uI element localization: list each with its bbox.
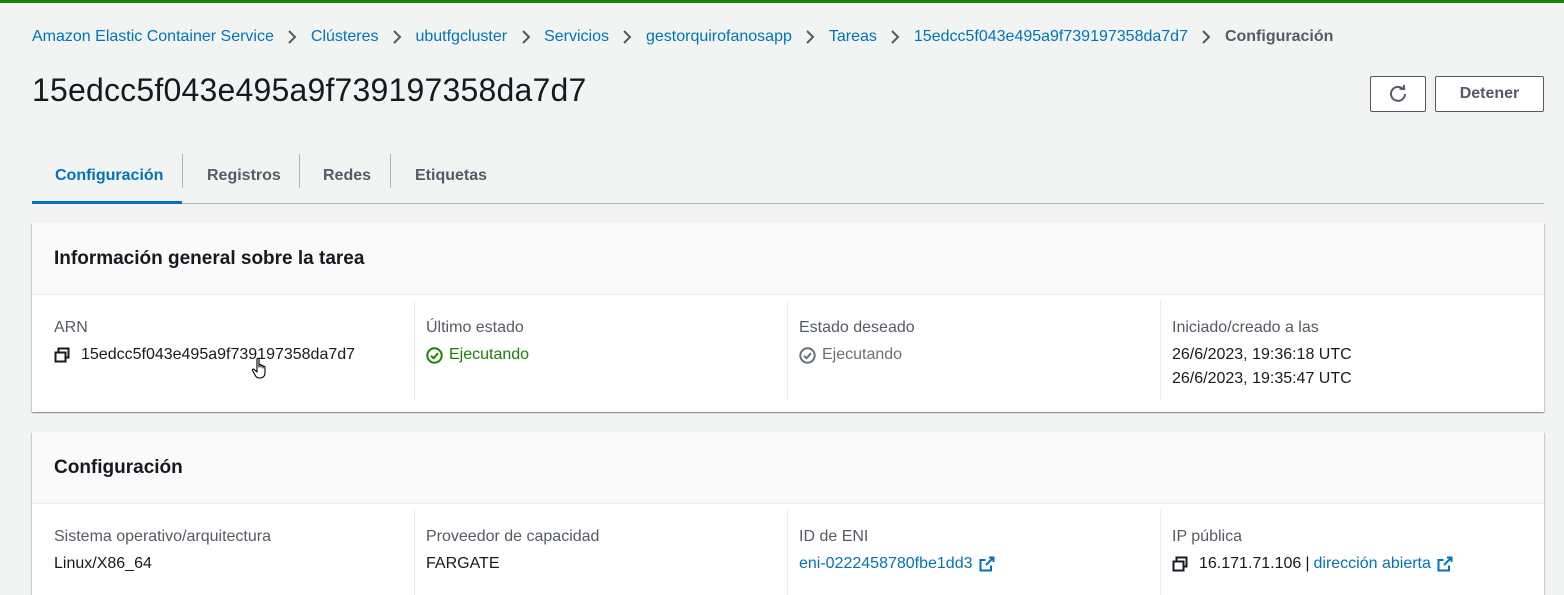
- chevron-right-icon: [1188, 27, 1225, 47]
- breadcrumb-item-task[interactable]: 15edcc5f043e495a9f739197358da7d7: [914, 28, 1188, 46]
- panel-title: Información general sobre la tarea: [54, 247, 365, 269]
- copy-icon[interactable]: [1172, 556, 1188, 572]
- field-value: 15edcc5f043e495a9f739197358da7d7: [54, 343, 414, 367]
- chevron-right-icon: [877, 27, 914, 47]
- tab-networking[interactable]: Redes: [300, 148, 390, 203]
- eni-link[interactable]: eni-0222458780fbe1dd3: [799, 552, 973, 576]
- page-title: 15edcc5f043e495a9f739197358da7d7: [32, 72, 587, 108]
- panel-header: Configuración: [32, 432, 1544, 504]
- started-field: Iniciado/creado a las 26/6/2023, 19:36:1…: [1160, 301, 1544, 401]
- tab-list: Configuración Registros Redes Etiquetas: [32, 148, 1544, 204]
- chevron-right-icon: [274, 27, 311, 47]
- panel-header: Información general sobre la tarea: [32, 223, 1544, 295]
- eni-field: ID de ENI eni-0222458780fbe1dd3: [787, 510, 1160, 595]
- external-link-icon[interactable]: [1437, 556, 1453, 572]
- top-status-line: [0, 0, 1564, 3]
- last-status-field: Último estado Ejecutando: [414, 301, 787, 401]
- tab-label: Redes: [323, 166, 372, 184]
- started-at-value: 26/6/2023, 19:36:18 UTC: [1172, 346, 1352, 363]
- configuration-columns: Sistema operativo/arquitectura Linux/X86…: [32, 504, 1544, 595]
- refresh-icon: [1388, 84, 1408, 104]
- field-label: ARN: [54, 319, 88, 336]
- chevron-right-icon: [378, 27, 415, 47]
- field-label: ID de ENI: [799, 528, 869, 545]
- field-label: IP pública: [1172, 528, 1242, 545]
- chevron-right-icon: [609, 27, 646, 47]
- breadcrumb-item-ecs[interactable]: Amazon Elastic Container Service: [32, 28, 274, 46]
- field-label: Último estado: [426, 319, 524, 336]
- arn-field: ARN 15edcc5f043e495a9f739197358da7d7: [32, 301, 414, 401]
- breadcrumb: Amazon Elastic Container Service Clúster…: [32, 26, 1333, 48]
- configuration-panel: Configuración Sistema operativo/arquitec…: [32, 432, 1544, 595]
- field-value: 16.171.71.106 | dirección abierta: [1172, 552, 1544, 576]
- field-value: Ejecutando: [426, 343, 787, 367]
- task-overview-panel: Información general sobre la tarea ARN 1…: [32, 223, 1544, 412]
- desired-status-field: Estado deseado Ejecutando: [787, 301, 1160, 401]
- field-value: 26/6/2023, 19:36:18 UTC 26/6/2023, 19:35…: [1172, 343, 1544, 391]
- status-check-icon: [799, 346, 816, 364]
- field-label: Sistema operativo/arquitectura: [54, 528, 271, 545]
- overview-columns: ARN 15edcc5f043e495a9f739197358da7d7 Últ…: [32, 295, 1544, 401]
- tab-label: Etiquetas: [415, 166, 488, 184]
- breadcrumb-item-clusters[interactable]: Clústeres: [311, 28, 379, 46]
- breadcrumb-item-services[interactable]: Servicios: [544, 28, 609, 46]
- field-label: Estado deseado: [799, 319, 915, 336]
- refresh-button[interactable]: [1370, 76, 1426, 112]
- last-status-value: Ejecutando: [449, 346, 530, 363]
- os-field: Sistema operativo/arquitectura Linux/X86…: [32, 510, 414, 595]
- breadcrumb-item-cluster[interactable]: ubutfgcluster: [415, 28, 507, 46]
- public-ip-value: 16.171.71.106: [1199, 555, 1302, 572]
- field-value: eni-0222458780fbe1dd3: [799, 552, 1160, 576]
- arn-value: 15edcc5f043e495a9f739197358da7d7: [81, 346, 356, 363]
- breadcrumb-current: Configuración: [1224, 28, 1334, 45]
- chevron-right-icon: [507, 27, 544, 47]
- external-link-icon[interactable]: [979, 556, 995, 572]
- os-value: Linux/X86_64: [54, 555, 152, 572]
- chevron-right-icon: [792, 27, 829, 47]
- breadcrumb-item-tasks[interactable]: Tareas: [829, 28, 877, 46]
- hand-cursor-icon: [251, 357, 269, 381]
- tab-label: Configuración: [55, 166, 164, 184]
- public-ip-field: IP pública 16.171.71.106 | dirección abi…: [1160, 510, 1544, 595]
- open-address-link[interactable]: dirección abierta: [1313, 552, 1430, 576]
- tab-label: Registros: [207, 166, 281, 184]
- copy-icon[interactable]: [54, 347, 70, 363]
- capacity-provider-field: Proveedor de capacidad FARGATE: [414, 510, 787, 595]
- stop-button[interactable]: Detener: [1435, 76, 1544, 112]
- field-value: Ejecutando: [799, 343, 1160, 367]
- panel-title: Configuración: [54, 456, 183, 478]
- created-at-value: 26/6/2023, 19:35:47 UTC: [1172, 370, 1352, 387]
- field-label: Proveedor de capacidad: [426, 528, 600, 545]
- tab-tags[interactable]: Etiquetas: [391, 148, 511, 203]
- breadcrumb-item-service[interactable]: gestorquirofanosapp: [646, 28, 792, 46]
- status-success-icon: [426, 346, 443, 364]
- capacity-provider-value: FARGATE: [426, 555, 500, 572]
- tab-logs[interactable]: Registros: [183, 148, 299, 203]
- field-label: Iniciado/creado a las: [1172, 319, 1319, 336]
- tab-configuration[interactable]: Configuración: [32, 148, 182, 204]
- separator: |: [1305, 555, 1310, 572]
- desired-status-value: Ejecutando: [822, 346, 903, 363]
